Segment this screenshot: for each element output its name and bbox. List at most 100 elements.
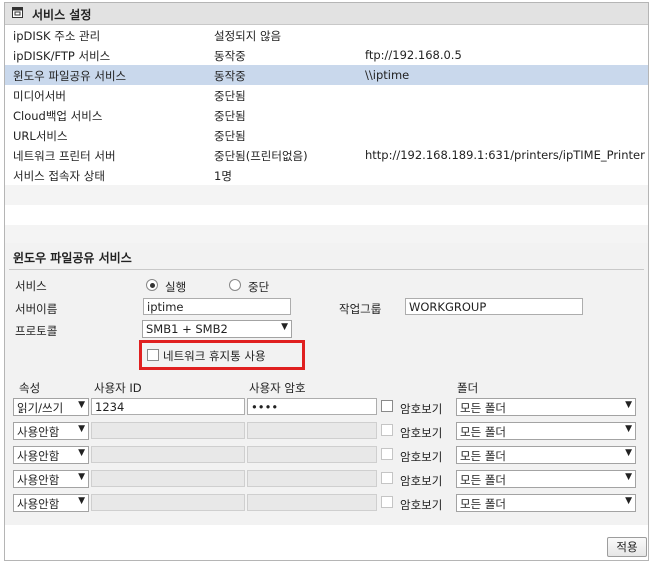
user-id-input[interactable]: [91, 446, 245, 463]
apply-button[interactable]: 적용: [607, 537, 647, 557]
col-folder-header: 폴더: [457, 381, 479, 395]
service-row[interactable]: 네트워크 프린터 서버 중단됨(프린터없음) http://192.168.18…: [5, 145, 648, 165]
service-row[interactable]: 서비스 접속자 상태 1명: [5, 165, 648, 185]
attr-value: 사용안함: [17, 449, 60, 463]
show-pass-label: 암호보기: [400, 450, 443, 464]
attr-value: 사용안함: [17, 425, 60, 439]
attr-select[interactable]: 읽기/쓰기 ▼: [13, 398, 89, 416]
service-name: 네트워크 프린터 서버: [13, 149, 116, 163]
service-name: Cloud백업 서비스: [13, 109, 103, 123]
dropdown-arrow-icon: ▼: [625, 472, 632, 482]
dropdown-arrow-icon: ▼: [78, 496, 85, 506]
server-name-label: 서버이름: [15, 302, 58, 316]
folder-select[interactable]: 모든 폴더 ▼: [456, 422, 636, 440]
user-pass-input[interactable]: [247, 494, 377, 511]
divider: [9, 269, 644, 270]
run-label: 실행: [165, 280, 187, 294]
dropdown-arrow-icon: ▼: [625, 424, 632, 434]
panel-header: 서비스 설정: [5, 3, 648, 25]
user-pass-input[interactable]: ••••: [247, 398, 377, 415]
trash-label: 네트워크 휴지통 사용: [163, 349, 266, 363]
service-info: ftp://192.168.0.5: [365, 48, 462, 62]
user-pass-input[interactable]: [247, 422, 377, 439]
folder-value: 모든 폴더: [460, 401, 506, 415]
service-info: http://192.168.189.1:631/printers/ipTIME…: [365, 148, 645, 162]
stop-radio[interactable]: [229, 279, 241, 291]
attr-value: 읽기/쓰기: [17, 401, 64, 415]
show-pass-checkbox[interactable]: [381, 424, 393, 436]
show-pass-checkbox[interactable]: [381, 448, 393, 460]
empty-row: [5, 205, 648, 225]
service-name: 미디어서버: [13, 89, 66, 103]
folder-value: 모든 폴더: [460, 497, 506, 511]
run-radio[interactable]: [146, 279, 158, 291]
show-pass-checkbox[interactable]: [381, 496, 393, 508]
user-pass-input[interactable]: [247, 470, 377, 487]
service-status: 중단됨(프린터없음): [214, 149, 308, 163]
service-status: 중단됨: [214, 89, 246, 103]
attr-value: 사용안함: [17, 497, 60, 511]
user-id-input[interactable]: 1234: [91, 398, 245, 415]
show-pass-label: 암호보기: [400, 402, 443, 416]
dropdown-arrow-icon: ▼: [625, 400, 632, 410]
panel-title: 서비스 설정: [32, 8, 92, 22]
show-pass-checkbox[interactable]: [381, 472, 393, 484]
dropdown-arrow-icon: ▼: [625, 448, 632, 458]
dropdown-arrow-icon: ▼: [78, 448, 85, 458]
service-row-selected[interactable]: 윈도우 파일공유 서비스 동작중 \\iptime: [5, 65, 648, 85]
window-icon: [12, 7, 23, 18]
service-row[interactable]: URL서비스 중단됨: [5, 125, 648, 145]
col-user-header: 사용자 ID: [94, 381, 142, 395]
service-status: 중단됨: [214, 109, 246, 123]
service-name: 서비스 접속자 상태: [13, 169, 105, 183]
folder-select[interactable]: 모든 폴더 ▼: [456, 470, 636, 488]
show-pass-checkbox[interactable]: [381, 400, 393, 412]
user-id-input[interactable]: [91, 494, 245, 511]
service-status: 설정되지 않음: [214, 29, 282, 43]
user-id-input[interactable]: [91, 470, 245, 487]
protocol-label: 프로토콜: [15, 324, 58, 338]
folder-value: 모든 폴더: [460, 449, 506, 463]
service-status: 동작중: [214, 49, 246, 63]
service-name: ipDISK/FTP 서비스: [13, 49, 111, 63]
attr-select[interactable]: 사용안함 ▼: [13, 422, 89, 440]
attr-select[interactable]: 사용안함 ▼: [13, 494, 89, 512]
folder-value: 모든 폴더: [460, 425, 506, 439]
file-share-title: 윈도우 파일공유 서비스: [13, 251, 132, 265]
col-pass-header: 사용자 암호: [249, 381, 306, 395]
trash-checkbox[interactable]: [147, 349, 159, 361]
service-row[interactable]: ipDISK/FTP 서비스 동작중 ftp://192.168.0.5: [5, 45, 648, 65]
workgroup-input[interactable]: WORKGROUP: [405, 298, 583, 315]
user-id-input[interactable]: [91, 422, 245, 439]
attr-select[interactable]: 사용안함 ▼: [13, 470, 89, 488]
show-pass-label: 암호보기: [400, 474, 443, 488]
service-status: 동작중: [214, 69, 246, 83]
dropdown-arrow-icon: ▼: [78, 472, 85, 482]
folder-select[interactable]: 모든 폴더 ▼: [456, 446, 636, 464]
col-attr-header: 속성: [19, 381, 41, 395]
service-status: 1명: [214, 169, 232, 183]
service-info: \\iptime: [365, 68, 410, 82]
empty-row: [5, 225, 648, 245]
server-name-input[interactable]: iptime: [143, 298, 291, 315]
service-settings-panel: 서비스 설정 ipDISK 주소 관리 설정되지 않음 ipDISK/FTP 서…: [4, 2, 649, 561]
protocol-value: SMB1 + SMB2: [146, 322, 228, 336]
folder-select[interactable]: 모든 폴더 ▼: [456, 494, 636, 512]
empty-row: [5, 185, 648, 205]
folder-select[interactable]: 모든 폴더 ▼: [456, 398, 636, 416]
stop-label: 중단: [248, 280, 270, 294]
service-row[interactable]: Cloud백업 서비스 중단됨: [5, 105, 648, 125]
dropdown-arrow-icon: ▼: [78, 424, 85, 434]
service-row[interactable]: 미디어서버 중단됨: [5, 85, 648, 105]
service-name: 윈도우 파일공유 서비스: [13, 69, 127, 83]
service-status: 중단됨: [214, 129, 246, 143]
workgroup-label: 작업그룹: [339, 302, 382, 316]
protocol-select[interactable]: SMB1 + SMB2 ▼: [142, 320, 292, 338]
folder-value: 모든 폴더: [460, 473, 506, 487]
user-pass-input[interactable]: [247, 446, 377, 463]
service-label: 서비스: [15, 279, 47, 293]
dropdown-arrow-icon: ▼: [281, 322, 288, 332]
attr-select[interactable]: 사용안함 ▼: [13, 446, 89, 464]
dropdown-arrow-icon: ▼: [625, 496, 632, 506]
service-row[interactable]: ipDISK 주소 관리 설정되지 않음: [5, 25, 648, 45]
